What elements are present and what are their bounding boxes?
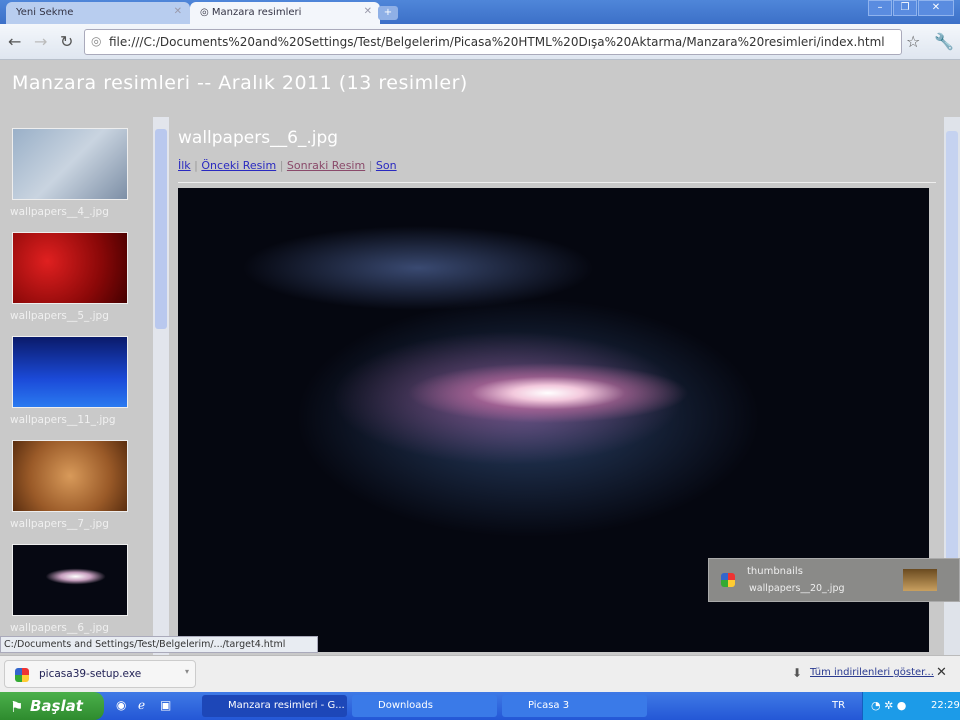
- page-icon: ◎: [91, 34, 102, 48]
- start-button[interactable]: ⚑ Başlat: [0, 692, 104, 720]
- browser-toolbar: ← → ↻ ◎ file:///C:/Documents%20and%20Sett…: [0, 24, 960, 60]
- close-tab-icon[interactable]: ✕: [174, 6, 182, 17]
- quick-launch-desktop-icon[interactable]: ▣: [160, 698, 171, 712]
- scrollbar-thumb[interactable]: [155, 129, 167, 329]
- thumbnail-3[interactable]: [12, 336, 128, 408]
- tab-yeni-sekme[interactable]: Yeni Sekme ✕: [6, 2, 190, 24]
- system-tray: ◔ ✲ ● 22:29: [862, 692, 960, 720]
- thumbnail-label[interactable]: wallpapers__7_.jpg: [10, 518, 109, 530]
- bookmark-star-icon[interactable]: ☆: [906, 32, 920, 51]
- status-bubble: C:/Documents and Settings/Test/Belgeleri…: [0, 636, 318, 653]
- clock: 22:29: [931, 700, 960, 711]
- restore-button[interactable]: ❐: [893, 0, 917, 16]
- thumbnail-label[interactable]: wallpapers__4_.jpg: [10, 206, 109, 218]
- tab-strip: Yeni Sekme ✕ ◎ Manzara resimleri ✕ + – ❐ ✕: [0, 0, 960, 24]
- next-link[interactable]: Sonraki Resim: [287, 159, 365, 172]
- back-icon[interactable]: ←: [8, 32, 21, 51]
- separator: |: [194, 159, 198, 172]
- wrench-icon[interactable]: 🔧: [934, 32, 954, 51]
- scrollbar-thumb[interactable]: [946, 131, 958, 571]
- start-label: Başlat: [30, 697, 83, 715]
- download-shelf: picasa39-setup.exe ▾ ⬇ Tüm indirilenleri …: [0, 655, 960, 692]
- address-text: file:///C:/Documents%20and%20Settings/Te…: [109, 35, 885, 49]
- tab-label: Yeni Sekme: [16, 7, 74, 18]
- download-item[interactable]: picasa39-setup.exe ▾: [4, 660, 196, 688]
- thumbnail-2[interactable]: [12, 232, 128, 304]
- task-label: Downloads: [378, 700, 433, 711]
- download-arrow-icon: ⬇: [792, 666, 803, 680]
- address-bar[interactable]: ◎ file:///C:/Documents%20and%20Settings/T…: [84, 29, 902, 55]
- picasa-icon: [15, 668, 29, 682]
- image-navigation: İlk | Önceki Resim | Sonraki Resim | Son: [178, 159, 397, 172]
- separator: |: [368, 159, 373, 172]
- task-label: Picasa 3: [528, 700, 570, 711]
- task-picasa[interactable]: Picasa 3: [502, 695, 647, 717]
- image-title: wallpapers__6_.jpg: [178, 128, 339, 148]
- close-window-button[interactable]: ✕: [918, 0, 954, 16]
- quick-launch-ie-icon[interactable]: ℯ: [138, 698, 145, 712]
- quick-launch-chrome-icon[interactable]: ◉: [116, 698, 126, 712]
- thumbnail-4[interactable]: [12, 440, 128, 512]
- task-label: Manzara resimleri - G...: [228, 700, 345, 711]
- first-link[interactable]: İlk: [178, 159, 191, 172]
- previous-link[interactable]: Önceki Resim: [201, 159, 276, 172]
- task-chrome[interactable]: Manzara resimleri - G...: [202, 695, 347, 717]
- minimize-button[interactable]: –: [868, 0, 892, 16]
- notification-title: thumbnails: [747, 566, 803, 577]
- new-tab-button[interactable]: +: [378, 6, 398, 20]
- notification-thumbnail: [903, 569, 937, 591]
- taskbar: ⚑ Başlat ◉ ℯ ▣ Manzara resimleri - G... D…: [0, 692, 960, 720]
- thumbnail-scrollbar[interactable]: [153, 117, 169, 655]
- tab-label: Manzara resimleri: [211, 7, 302, 18]
- task-downloads[interactable]: Downloads: [352, 695, 497, 717]
- page-title: Manzara resimleri -- Aralık 2011 (13 res…: [12, 72, 468, 94]
- tab-manzara-resimleri[interactable]: ◎ Manzara resimleri ✕: [190, 2, 380, 24]
- show-all-downloads-link[interactable]: Tüm indirilenleri göster...: [810, 667, 934, 678]
- last-link[interactable]: Son: [376, 159, 397, 172]
- reload-icon[interactable]: ↻: [60, 32, 73, 51]
- close-shelf-button[interactable]: ✕: [936, 665, 947, 680]
- picasa-notification[interactable]: thumbnails wallpapers__20_.jpg: [708, 558, 960, 602]
- notification-file: wallpapers__20_.jpg: [749, 583, 845, 594]
- divider: [178, 182, 936, 183]
- download-filename: picasa39-setup.exe: [39, 668, 142, 680]
- windows-logo-icon: ⚑: [10, 698, 24, 716]
- language-indicator[interactable]: TR: [832, 700, 845, 711]
- thumbnail-1[interactable]: [12, 128, 128, 200]
- forward-icon[interactable]: →: [34, 32, 47, 51]
- thumbnail-label[interactable]: wallpapers__6_.jpg: [10, 622, 109, 634]
- picasa-icon: [721, 573, 735, 587]
- thumbnail-5[interactable]: [12, 544, 128, 616]
- separator: |: [279, 159, 284, 172]
- close-tab-icon[interactable]: ✕: [364, 6, 372, 17]
- thumbnail-label[interactable]: wallpapers__11_.jpg: [10, 414, 116, 426]
- tray-icons[interactable]: ◔ ✲ ●: [871, 699, 906, 712]
- globe-icon: ◎: [200, 7, 212, 18]
- thumbnail-label[interactable]: wallpapers__5_.jpg: [10, 310, 109, 322]
- chevron-down-icon[interactable]: ▾: [185, 667, 189, 676]
